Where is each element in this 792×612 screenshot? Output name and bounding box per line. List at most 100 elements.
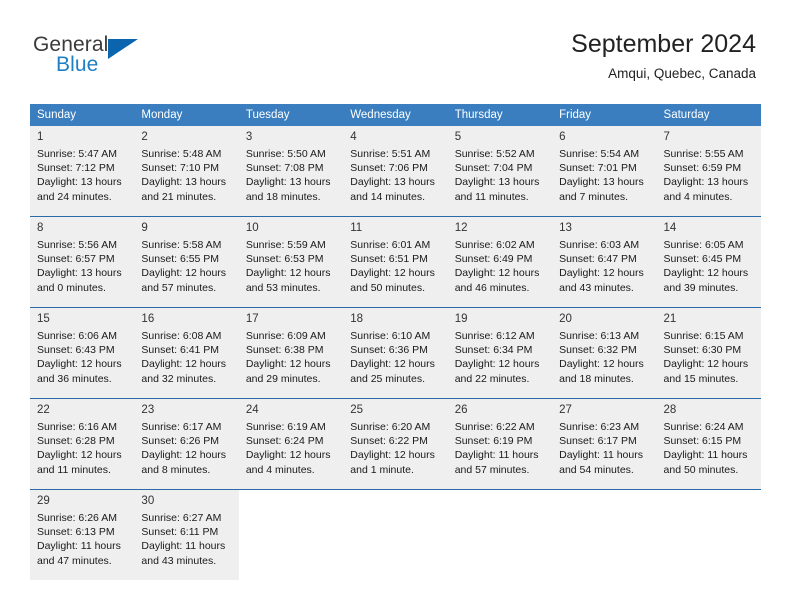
daylight-text-line1: Daylight: 11 hours [454, 449, 539, 462]
day-number: 2 [141, 131, 148, 143]
sunrise-text: Sunrise: 6:19 AM [245, 421, 326, 433]
sunrise-text: Sunrise: 5:59 AM [245, 239, 326, 251]
calendar-day-cell[interactable]: 18 Sunrise: 6:10 AM Sunset: 6:36 PM Dayligh… [343, 307, 448, 399]
daylight-text-line1: Daylight: 11 hours [663, 449, 748, 462]
sunrise-text: Sunrise: 6:02 AM [454, 239, 535, 251]
calendar-day-cell[interactable]: 1 Sunrise: 5:47 AM Sunset: 7:12 PM Daylight… [30, 126, 135, 217]
day-number: 5 [454, 131, 462, 143]
day-number: 19 [454, 313, 468, 325]
calendar-day-cell[interactable]: 23 Sunrise: 6:17 AM Sunset: 6:26 PM Dayligh… [134, 398, 239, 490]
daylight-text-line2: and 0 minutes. [37, 281, 106, 294]
day-number: 7 [663, 131, 670, 143]
sunrise-text: Sunrise: 6:09 AM [245, 330, 326, 342]
sunset-text: Sunset: 6:59 PM [663, 162, 742, 175]
calendar-day-cell[interactable]: 29 Sunrise: 6:26 AM Sunset: 6:13 PM Dayligh… [30, 489, 135, 580]
calendar-day-cell-empty [238, 489, 344, 580]
calendar-day-cell[interactable]: 24 Sunrise: 6:19 AM Sunset: 6:24 PM Dayligh… [238, 398, 344, 490]
calendar-day-cell[interactable]: 13 Sunrise: 6:03 AM Sunset: 6:47 PM Dayligh… [552, 216, 657, 308]
day-number: 28 [663, 404, 677, 416]
daylight-text-line1: Daylight: 11 hours [141, 540, 226, 553]
day-info: Sunrise: 5:47 AM Sunset: 7:12 PM Daylight:… [37, 147, 127, 204]
calendar-day-cell-empty [656, 489, 761, 580]
sunrise-text: Sunrise: 6:12 AM [454, 330, 535, 342]
sunset-text: Sunset: 6:13 PM [37, 526, 115, 539]
day-number: 17 [245, 313, 259, 325]
calendar-day-cell[interactable]: 19 Sunrise: 6:12 AM Sunset: 6:34 PM Dayligh… [447, 307, 553, 399]
calendar-day-cell[interactable]: 25 Sunrise: 6:20 AM Sunset: 6:22 PM Dayligh… [343, 398, 448, 490]
daylight-text-line2: and 24 minutes. [37, 190, 112, 203]
calendar-day-cell[interactable]: 15 Sunrise: 6:06 AM Sunset: 6:43 PM Dayligh… [30, 307, 135, 399]
calendar-day-cell[interactable]: 27 Sunrise: 6:23 AM Sunset: 6:17 PM Dayligh… [552, 398, 657, 490]
sunrise-text: Sunrise: 6:15 AM [663, 330, 744, 342]
calendar-week-row: 29 Sunrise: 6:26 AM Sunset: 6:13 PM Dayligh… [30, 489, 761, 580]
calendar-day-cell[interactable]: 6 Sunrise: 5:54 AM Sunset: 7:01 PM Daylight… [552, 126, 657, 217]
calendar-day-cell[interactable]: 26 Sunrise: 6:22 AM Sunset: 6:19 PM Dayligh… [447, 398, 553, 490]
calendar-day-cell[interactable]: 9 Sunrise: 5:58 AM Sunset: 6:55 PM Daylight… [134, 216, 239, 308]
daylight-text-line2: and 50 minutes. [663, 463, 739, 476]
calendar-day-cell[interactable]: 21 Sunrise: 6:15 AM Sunset: 6:30 PM Dayligh… [656, 307, 761, 399]
sunrise-text: Sunrise: 5:51 AM [350, 148, 431, 160]
sunset-text: Sunset: 7:10 PM [141, 162, 220, 175]
day-info: Sunrise: 6:02 AM Sunset: 6:49 PM Daylight:… [455, 238, 545, 295]
day-info: Sunrise: 6:10 AM Sunset: 6:36 PM Daylight:… [350, 329, 440, 386]
calendar-day-cell[interactable]: 22 Sunrise: 6:16 AM Sunset: 6:28 PM Dayligh… [30, 398, 135, 490]
calendar-day-cell[interactable]: 2 Sunrise: 5:48 AM Sunset: 7:10 PM Daylight… [134, 126, 239, 217]
calendar-day-cell[interactable]: 11 Sunrise: 6:01 AM Sunset: 6:51 PM Dayligh… [343, 216, 448, 308]
calendar-day-cell[interactable]: 8 Sunrise: 5:56 AM Sunset: 6:57 PM Daylight… [30, 216, 135, 308]
calendar-day-cell[interactable]: 3 Sunrise: 5:50 AM Sunset: 7:08 PM Daylight… [238, 126, 344, 217]
day-number: 8 [37, 222, 44, 234]
calendar-day-cell[interactable]: 4 Sunrise: 5:51 AM Sunset: 7:06 PM Daylight… [343, 126, 448, 217]
daylight-text-line2: and 22 minutes. [454, 372, 530, 385]
calendar-day-cell[interactable]: 16 Sunrise: 6:08 AM Sunset: 6:41 PM Dayligh… [134, 307, 239, 399]
calendar-day-cell[interactable]: 20 Sunrise: 6:13 AM Sunset: 6:32 PM Dayligh… [552, 307, 657, 399]
calendar-page: General Blue September 2024 Amqui, Quebe… [0, 0, 792, 612]
daylight-text-line1: Daylight: 13 hours [37, 267, 122, 280]
daylight-text-line2: and 57 minutes. [141, 281, 217, 294]
sunrise-text: Sunrise: 6:16 AM [37, 421, 117, 433]
sunset-text: Sunset: 6:28 PM [37, 435, 115, 448]
calendar-day-cell-empty [447, 489, 553, 580]
weekday-header-sunday: Sunday [30, 104, 135, 126]
day-number: 10 [245, 222, 259, 234]
day-number: 24 [245, 404, 259, 416]
day-number: 26 [454, 404, 468, 416]
sunset-text: Sunset: 7:12 PM [37, 162, 115, 175]
calendar-day-cell[interactable]: 14 Sunrise: 6:05 AM Sunset: 6:45 PM Dayligh… [656, 216, 761, 308]
calendar-week-row: 1 Sunrise: 5:47 AM Sunset: 7:12 PM Daylight… [30, 126, 761, 217]
sunrise-text: Sunrise: 6:20 AM [350, 421, 431, 433]
daylight-text-line2: and 14 minutes. [350, 190, 425, 203]
calendar-day-cell[interactable]: 5 Sunrise: 5:52 AM Sunset: 7:04 PM Daylight… [447, 126, 553, 217]
day-number: 25 [350, 404, 364, 416]
daylight-text-line1: Daylight: 12 hours [454, 267, 540, 280]
calendar-day-cell[interactable]: 10 Sunrise: 5:59 AM Sunset: 6:53 PM Dayligh… [238, 216, 344, 308]
calendar-day-cell[interactable]: 30 Sunrise: 6:27 AM Sunset: 6:11 PM Dayligh… [134, 489, 239, 580]
calendar-day-cell[interactable]: 7 Sunrise: 5:55 AM Sunset: 6:59 PM Daylight… [656, 126, 761, 217]
sunset-text: Sunset: 6:30 PM [663, 344, 742, 357]
sunset-text: Sunset: 6:36 PM [350, 344, 428, 357]
calendar-day-cell[interactable]: 12 Sunrise: 6:02 AM Sunset: 6:49 PM Dayligh… [447, 216, 553, 308]
daylight-text-line1: Daylight: 13 hours [663, 176, 749, 189]
calendar-day-cell[interactable]: 28 Sunrise: 6:24 AM Sunset: 6:15 PM Dayligh… [656, 398, 761, 490]
day-info: Sunrise: 6:08 AM Sunset: 6:41 PM Daylight:… [141, 329, 231, 386]
sunrise-text: Sunrise: 6:17 AM [141, 421, 222, 433]
sunset-text: Sunset: 6:43 PM [37, 344, 115, 357]
brand-logo[interactable]: General Blue [33, 33, 233, 83]
weekday-header-wednesday: Wednesday [343, 104, 448, 126]
day-info: Sunrise: 6:26 AM Sunset: 6:13 PM Daylight:… [37, 511, 127, 568]
calendar-week-row: 15 Sunrise: 6:06 AM Sunset: 6:43 PM Dayligh… [30, 307, 761, 399]
day-info: Sunrise: 6:15 AM Sunset: 6:30 PM Daylight:… [664, 329, 754, 386]
day-number: 27 [559, 404, 572, 416]
daylight-text-line1: Daylight: 12 hours [245, 449, 331, 462]
daylight-text-line1: Daylight: 12 hours [454, 358, 540, 371]
day-info: Sunrise: 5:56 AM Sunset: 6:57 PM Daylight:… [37, 238, 127, 295]
sunset-text: Sunset: 7:06 PM [350, 162, 428, 175]
sunset-text: Sunset: 6:26 PM [141, 435, 220, 448]
day-info: Sunrise: 6:22 AM Sunset: 6:19 PM Daylight:… [455, 420, 545, 477]
daylight-text-line1: Daylight: 12 hours [350, 449, 435, 462]
calendar-day-cell[interactable]: 17 Sunrise: 6:09 AM Sunset: 6:38 PM Dayligh… [238, 307, 344, 399]
sunset-text: Sunset: 6:24 PM [245, 435, 324, 448]
sunrise-text: Sunrise: 5:54 AM [559, 148, 640, 160]
brand-name-blue: Blue [56, 53, 99, 76]
daylight-text-line2: and 18 minutes. [559, 372, 634, 385]
page-header: General Blue September 2024 Amqui, Quebe… [0, 0, 792, 100]
